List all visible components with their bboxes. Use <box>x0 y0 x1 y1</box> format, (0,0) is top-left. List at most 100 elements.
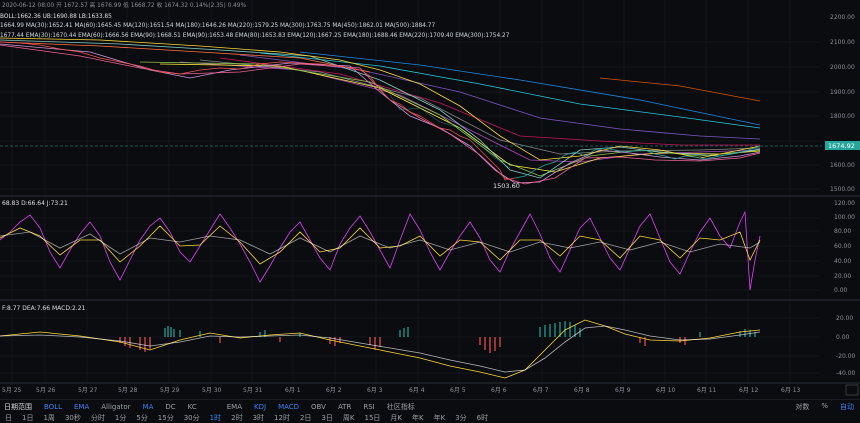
svg-text:6月 11: 6月 11 <box>697 387 717 394</box>
period-6[interactable]: 5分 <box>131 413 152 423</box>
svg-text:2000.00: 2000.00 <box>830 64 855 71</box>
indicator-boll[interactable]: BOLL <box>38 403 68 411</box>
corner-box <box>845 384 859 396</box>
svg-text:6月 8: 6月 8 <box>574 387 590 394</box>
period-11[interactable]: 3时 <box>248 413 269 423</box>
indicator-rsi[interactable]: RSI <box>357 403 380 411</box>
svg-text:0.00: 0.00 <box>834 287 848 294</box>
svg-text:40.00: 40.00 <box>834 258 851 265</box>
period-8[interactable]: 30分 <box>179 413 205 423</box>
period-0[interactable]: 日 <box>0 413 17 423</box>
svg-text:6月 7: 6月 7 <box>533 387 549 394</box>
svg-text:5月 31: 5月 31 <box>243 387 263 394</box>
svg-text:20.00: 20.00 <box>836 315 853 322</box>
period-10[interactable]: 2时 <box>226 413 247 423</box>
indicator-alligator[interactable]: Alligator <box>95 403 136 411</box>
grid <box>0 41 820 374</box>
period-5[interactable]: 1分 <box>110 413 131 423</box>
auto-scale-toggle[interactable]: 自动 <box>834 402 860 412</box>
period-3[interactable]: 30秒 <box>60 413 86 423</box>
period-15[interactable]: 周K <box>338 413 360 423</box>
period-7[interactable]: 15分 <box>153 413 179 423</box>
svg-text:5月 26: 5月 26 <box>36 387 56 394</box>
svg-text:0.00: 0.00 <box>836 334 850 341</box>
period-4[interactable]: 分时 <box>86 413 110 423</box>
svg-text:6月 12: 6月 12 <box>739 387 759 394</box>
svg-text:6月 5: 6月 5 <box>450 387 466 394</box>
current-price-value: 1674.92 <box>828 142 855 150</box>
indicator-macd[interactable]: MACD <box>272 403 305 411</box>
svg-text:-20.00: -20.00 <box>836 353 856 360</box>
indicator-toolbar: 日期范围 BOLL EMA Alligator MA DC KC EMA KDJ… <box>0 399 860 413</box>
period-16[interactable]: 15日 <box>360 413 386 423</box>
ma-lines <box>0 37 761 185</box>
svg-text:1677.44 EMA(30):1670.44 EMA(: 1677.44 EMA(30):1670.44 EMA(60):1666.56 … <box>0 33 510 39</box>
svg-text:2100.00: 2100.00 <box>830 39 855 46</box>
svg-text:6月 1: 6月 1 <box>285 387 301 394</box>
date-range-button[interactable]: 日期范围 <box>0 402 38 412</box>
svg-text:5月 25: 5月 25 <box>2 387 22 394</box>
period-19[interactable]: 年K <box>429 413 451 423</box>
svg-text:5月 29: 5月 29 <box>160 387 180 394</box>
period-13[interactable]: 2日 <box>295 413 316 423</box>
svg-text:-40.00: -40.00 <box>836 370 856 377</box>
svg-text:1500.00: 1500.00 <box>830 186 855 193</box>
kdj-lines <box>0 210 761 291</box>
low-price-marker: 1503.60 <box>493 182 520 190</box>
toolbar-right: 对数 % 自动 <box>789 402 860 412</box>
period-21[interactable]: 6时 <box>472 413 493 423</box>
svg-text:60.00: 60.00 <box>834 243 851 250</box>
macd-header: F:8.77 DEA:7.66 MACD:2.21 <box>2 305 86 312</box>
grid-vertical <box>11 0 791 383</box>
indicator-kdj[interactable]: KDJ <box>248 403 272 411</box>
svg-text:6月 3: 6月 3 <box>367 387 383 394</box>
svg-text:6月 6: 6月 6 <box>491 387 507 394</box>
period-2[interactable]: 1周 <box>38 413 59 423</box>
period-14[interactable]: 3日 <box>316 413 337 423</box>
indicator-ma[interactable]: MA <box>137 403 160 411</box>
period-12[interactable]: 12时 <box>269 413 295 423</box>
indicator-atr[interactable]: ATR <box>332 403 357 411</box>
kdj-axis: 120.00 100.00 80.00 60.00 40.00 20.00 0.… <box>834 200 855 294</box>
indicator-ema[interactable]: EMA <box>68 403 95 411</box>
period-20[interactable]: 3分 <box>450 413 471 423</box>
svg-text:2020-06-12 08:00 开 1672.57 高: 2020-06-12 08:00 开 1672.57 高 1676.99 低 1… <box>2 1 246 9</box>
svg-text:80.00: 80.00 <box>834 228 851 235</box>
svg-text:6月 10: 6月 10 <box>656 387 676 394</box>
indicator-dc[interactable]: DC <box>159 403 181 411</box>
svg-text:120.00: 120.00 <box>834 200 855 207</box>
log-scale-toggle[interactable]: 对数 <box>789 402 815 412</box>
period-18[interactable]: 年K <box>407 413 429 423</box>
svg-text:1664.99 MA(30):1652.41 MA(60: 1664.99 MA(30):1652.41 MA(60):1645.45 MA… <box>0 23 435 29</box>
svg-text:1900.00: 1900.00 <box>830 89 855 96</box>
svg-text:100.00: 100.00 <box>834 214 855 221</box>
svg-text:1800.00: 1800.00 <box>830 113 855 120</box>
time-axis: 5月 25 5月 26 5月 27 5月 28 5月 29 5月 30 5月 3… <box>2 387 801 394</box>
svg-text:2200.00: 2200.00 <box>830 14 855 21</box>
chart-area[interactable]: 1503.60 1674.92 2200.00 2100.00 2000.00 … <box>0 0 860 399</box>
period-bar: 日 1日 1周 30秒 分时 1分 5分 15分 30分 1时 2时 3时 12… <box>0 413 860 423</box>
period-1[interactable]: 1日 <box>17 413 38 423</box>
svg-text:6月 2: 6月 2 <box>326 387 342 394</box>
svg-text:5月 30: 5月 30 <box>202 387 222 394</box>
period-17[interactable]: 月K <box>385 413 407 423</box>
percent-scale-toggle[interactable]: % <box>815 402 834 412</box>
svg-text:1600.00: 1600.00 <box>830 162 855 169</box>
svg-text:6月 4: 6月 4 <box>409 387 425 394</box>
indicator-kc[interactable]: KC <box>182 403 203 411</box>
svg-text:5月 27: 5月 27 <box>78 387 98 394</box>
svg-text:6月 13: 6月 13 <box>781 387 801 394</box>
indicator-community[interactable]: 社区指标 <box>381 402 421 412</box>
indicator-obv[interactable]: OBV <box>305 403 332 411</box>
macd-lines <box>0 319 761 379</box>
svg-text:BOLL:1662.36 UB:1690.88 LB:1: BOLL:1662.36 UB:1690.88 LB:1633.85 <box>0 14 112 20</box>
price-axis: 2200.00 2100.00 2000.00 1900.00 1800.00 … <box>830 14 855 193</box>
svg-text:20.00: 20.00 <box>834 273 851 280</box>
period-9-active[interactable]: 1时 <box>205 413 226 423</box>
svg-text:6月 9: 6月 9 <box>615 387 631 394</box>
svg-text:5月 28: 5月 28 <box>118 387 138 394</box>
macd-axis: 20.00 0.00 -20.00 -40.00 <box>836 315 856 377</box>
kdj-header: 68.83 D:66.64 J:73.21 <box>2 200 68 207</box>
indicator-ema-sub[interactable]: EMA <box>221 403 248 411</box>
price-header: 2020-06-12 08:00 开 1672.57 高 1676.99 低 1… <box>0 1 510 39</box>
